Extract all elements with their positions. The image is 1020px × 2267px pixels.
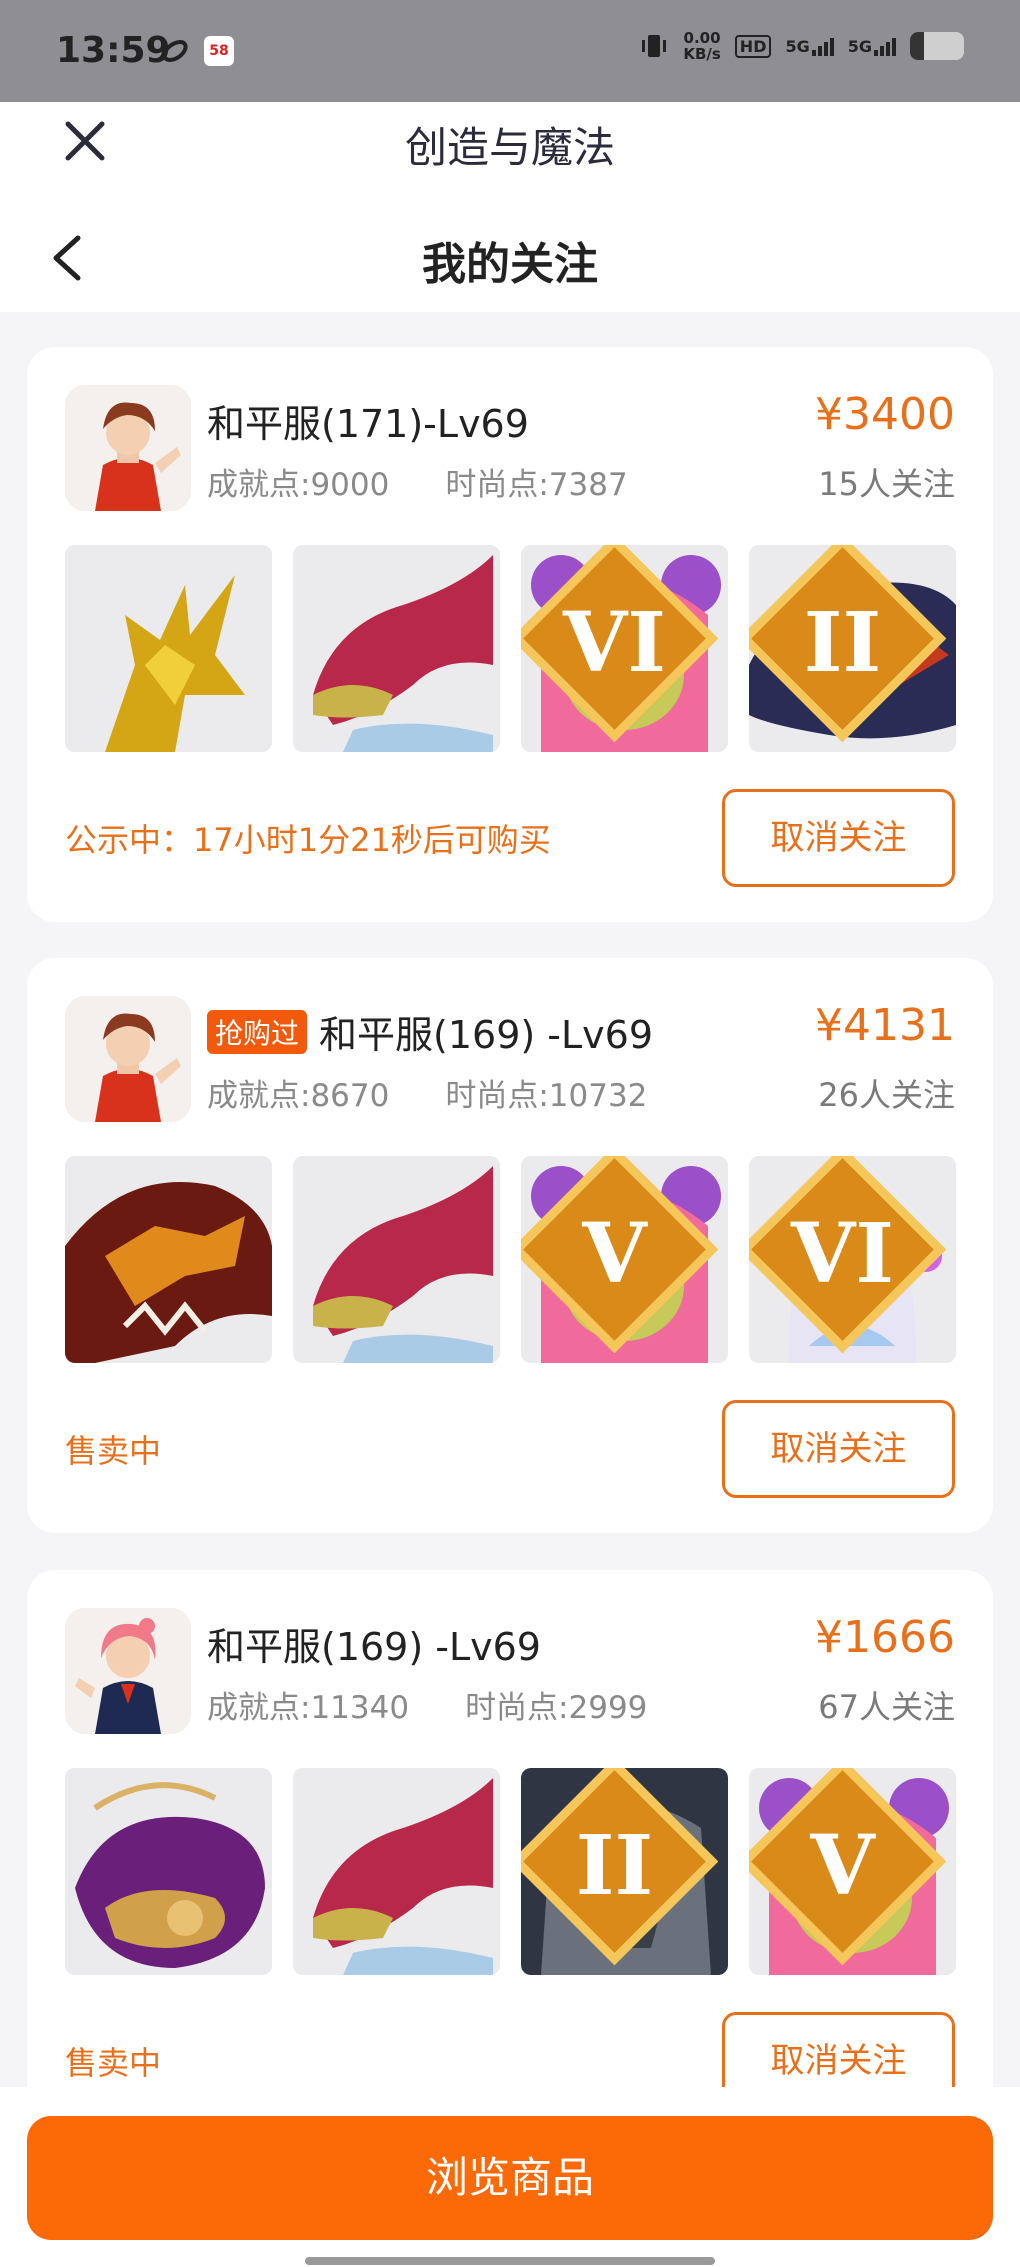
server-level: 抢购过 和平服(169) -Lv69 bbox=[207, 1004, 653, 1059]
achievement-points: 成就点:9000 bbox=[207, 467, 390, 503]
pink-bear-icon[interactable]: V bbox=[749, 1768, 956, 1975]
tag-badge: 抢购过 bbox=[207, 1009, 308, 1054]
server-label: 和平服(169) -Lv69 bbox=[207, 1625, 541, 1669]
item-thumbnails: II V bbox=[65, 1768, 956, 1975]
app-notification-icon: 58 bbox=[204, 36, 234, 66]
browse-products-button[interactable]: 浏览商品 bbox=[27, 2116, 993, 2240]
nav-bar: 我的关注 bbox=[0, 202, 1020, 312]
crimson-dragon-icon[interactable] bbox=[293, 545, 500, 752]
svg-text:VI: VI bbox=[562, 593, 666, 691]
net-speed: 0.00 KB/s bbox=[683, 29, 721, 63]
fashion-points: 时尚点:7387 bbox=[445, 467, 628, 503]
app-title-bar: 创造与魔法 bbox=[0, 102, 1020, 202]
crimson-dragon-icon[interactable] bbox=[293, 1768, 500, 1975]
follower-count: 67人关注 bbox=[818, 1688, 955, 1726]
svg-text:II: II bbox=[804, 593, 881, 691]
svg-text:V: V bbox=[581, 1204, 648, 1302]
dark-dragon-icon[interactable]: II bbox=[749, 545, 956, 752]
cosmic-whale-icon[interactable] bbox=[65, 1768, 272, 1975]
follower-count: 15人关注 bbox=[818, 465, 955, 503]
tier-badge: VI bbox=[521, 545, 718, 742]
status-bar: 13:59 58 0.00 KB/s HD 5G 5G bbox=[0, 0, 1020, 102]
tier-badge: V bbox=[749, 1768, 946, 1965]
sale-status: 售卖中 bbox=[65, 1432, 162, 1470]
svg-text:V: V bbox=[809, 1816, 876, 1914]
server-level: 和平服(169) -Lv69 bbox=[207, 1616, 541, 1671]
unfollow-button[interactable]: 取消关注 bbox=[722, 1400, 955, 1498]
fashion-points: 时尚点:2999 bbox=[465, 1690, 648, 1726]
server-label: 和平服(169) -Lv69 bbox=[319, 1013, 654, 1057]
followed-list[interactable]: 和平服(171)-Lv69 成就点:9000 时尚点:7387 ¥3400 15… bbox=[0, 312, 1020, 2087]
stats-row: 成就点:11340 时尚点:2999 bbox=[207, 1682, 647, 1727]
sale-status: 售卖中 bbox=[65, 2044, 162, 2082]
battery-icon bbox=[910, 32, 964, 60]
link-icon bbox=[162, 40, 188, 62]
crimson-dragon-icon[interactable] bbox=[293, 1156, 500, 1363]
tier-badge: VI bbox=[749, 1156, 946, 1353]
pink-bear-icon[interactable]: V bbox=[521, 1156, 728, 1363]
status-time: 13:59 bbox=[56, 30, 171, 71]
home-indicator[interactable] bbox=[305, 2257, 715, 2265]
bottom-bar: 浏览商品 bbox=[0, 2087, 1020, 2267]
character-avatar bbox=[65, 1608, 191, 1734]
golden-dragon-icon[interactable] bbox=[65, 545, 272, 752]
signal-icon: 5G bbox=[848, 37, 896, 56]
svg-text:II: II bbox=[576, 1816, 653, 1914]
hd-icon: HD bbox=[734, 34, 772, 58]
character-avatar bbox=[65, 996, 191, 1122]
followed-item-card[interactable]: 和平服(169) -Lv69 成就点:11340 时尚点:2999 ¥1666 … bbox=[27, 1570, 993, 2087]
tier-badge: II bbox=[521, 1768, 718, 1965]
tier-badge: V bbox=[521, 1156, 718, 1353]
sale-status: 公示中：17小时1分21秒后可购买 bbox=[65, 821, 551, 859]
stats-row: 成就点:9000 时尚点:7387 bbox=[207, 459, 628, 504]
follower-count: 26人关注 bbox=[818, 1076, 955, 1114]
server-level: 和平服(171)-Lv69 bbox=[207, 393, 529, 448]
achievement-points: 成就点:8670 bbox=[207, 1078, 390, 1114]
fire-dragon-icon[interactable] bbox=[65, 1156, 272, 1363]
page-title: 我的关注 bbox=[422, 239, 598, 290]
unfollow-button[interactable]: 取消关注 bbox=[722, 789, 955, 887]
followed-item-card[interactable]: 和平服(171)-Lv69 成就点:9000 时尚点:7387 ¥3400 15… bbox=[27, 347, 993, 922]
stats-row: 成就点:8670 时尚点:10732 bbox=[207, 1070, 647, 1115]
item-thumbnails: V VI bbox=[65, 1156, 956, 1363]
unfollow-button[interactable]: 取消关注 bbox=[722, 2012, 955, 2087]
followed-item-card[interactable]: 抢购过 和平服(169) -Lv69 成就点:8670 时尚点:10732 ¥4… bbox=[27, 958, 993, 1533]
item-thumbnails: VI II bbox=[65, 545, 956, 752]
signal-icon: 5G bbox=[785, 37, 834, 56]
vibrate-icon bbox=[642, 35, 667, 57]
price: ¥3400 bbox=[815, 389, 955, 440]
achievement-points: 成就点:11340 bbox=[207, 1690, 410, 1726]
app-title: 创造与魔法 bbox=[404, 123, 615, 172]
tier-badge: II bbox=[749, 545, 946, 742]
pink-bear-icon[interactable]: VI bbox=[521, 545, 728, 752]
character-avatar bbox=[65, 385, 191, 511]
server-label: 和平服(171)-Lv69 bbox=[207, 402, 529, 446]
spirit-girl-icon[interactable]: VI bbox=[749, 1156, 956, 1363]
price: ¥4131 bbox=[815, 1000, 955, 1051]
svg-text:VI: VI bbox=[790, 1204, 894, 1302]
fashion-points: 时尚点:10732 bbox=[445, 1078, 648, 1114]
price: ¥1666 bbox=[815, 1612, 955, 1663]
stone-golem-icon[interactable]: II bbox=[521, 1768, 728, 1975]
